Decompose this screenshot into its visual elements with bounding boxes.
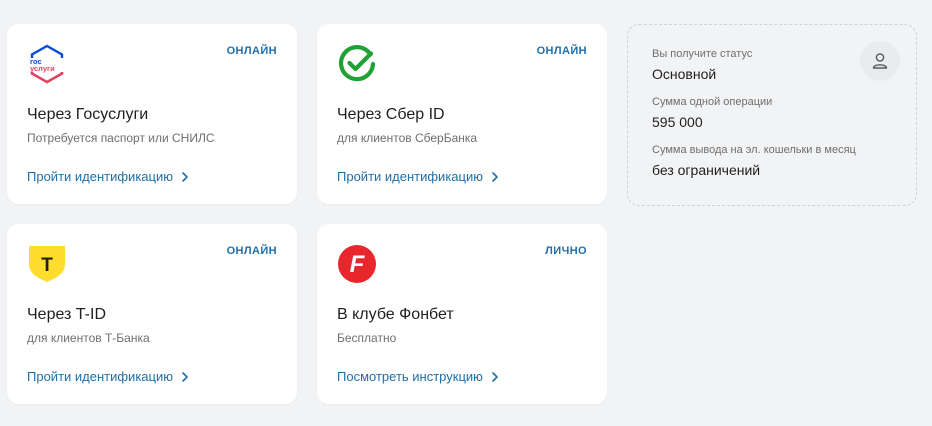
status-badge: ОНЛАЙН	[226, 245, 277, 257]
card-title: В клубе Фонбет	[337, 306, 454, 323]
gosuslugi-logo-icon: гос услуги	[27, 44, 67, 84]
svg-text:T: T	[41, 255, 53, 276]
identify-sber-link[interactable]: Пройти идентификацию	[337, 169, 501, 184]
chevron-right-icon	[182, 371, 188, 382]
svg-text:услуги: услуги	[30, 64, 55, 73]
card-title: Через Сбер ID	[337, 106, 445, 123]
sber-logo-icon	[337, 44, 377, 84]
card-sber-id: ОНЛАЙН Через Сбер ID для клиентов СберБа…	[317, 24, 607, 204]
svg-text:F: F	[350, 251, 366, 278]
chevron-right-icon	[492, 371, 498, 382]
status-badge: ОНЛАЙН	[226, 45, 277, 57]
withdraw-limit-value: без ограничений	[652, 162, 761, 178]
identify-gosuslugi-link[interactable]: Пройти идентификацию	[27, 169, 191, 184]
status-label: Вы получите статус	[652, 48, 753, 60]
user-icon	[860, 41, 900, 81]
operation-limit-label: Сумма одной операции	[652, 96, 773, 108]
fonbet-logo-icon: F	[337, 244, 377, 284]
view-instruction-link[interactable]: Посмотреть инструкцию	[337, 369, 501, 384]
chevron-right-icon	[182, 171, 188, 182]
status-badge: ОНЛАЙН	[536, 45, 587, 57]
card-subtitle: для клиентов СберБанка	[337, 131, 478, 145]
card-gosuslugi: гос услуги ОНЛАЙН Через Госуслуги Потреб…	[7, 24, 297, 204]
card-t-id: T ОНЛАЙН Через T-ID для клиентов Т-Банка…	[7, 224, 297, 404]
card-title: Через Госуслуги	[27, 106, 149, 123]
status-info-panel: Вы получите статус Основной Сумма одной …	[627, 24, 917, 206]
link-label: Пройти идентификацию	[27, 369, 173, 384]
chevron-right-icon	[492, 171, 498, 182]
card-subtitle: Потребуется паспорт или СНИЛС	[27, 131, 215, 145]
link-label: Пройти идентификацию	[337, 169, 483, 184]
card-subtitle: Бесплатно	[337, 331, 397, 345]
identify-tid-link[interactable]: Пройти идентификацию	[27, 369, 191, 384]
link-label: Пройти идентификацию	[27, 169, 173, 184]
card-fonbet-club: F ЛИЧНО В клубе Фонбет Бесплатно Посмотр…	[317, 224, 607, 404]
status-badge: ЛИЧНО	[545, 245, 587, 257]
tbank-logo-icon: T	[27, 244, 67, 284]
card-subtitle: для клиентов Т-Банка	[27, 331, 150, 345]
card-title: Через T-ID	[27, 306, 107, 323]
withdraw-limit-label: Сумма вывода на эл. кошельки в месяц	[652, 144, 856, 156]
link-label: Посмотреть инструкцию	[337, 369, 483, 384]
status-value: Основной	[652, 66, 717, 82]
operation-limit-value: 595 000	[652, 114, 703, 130]
